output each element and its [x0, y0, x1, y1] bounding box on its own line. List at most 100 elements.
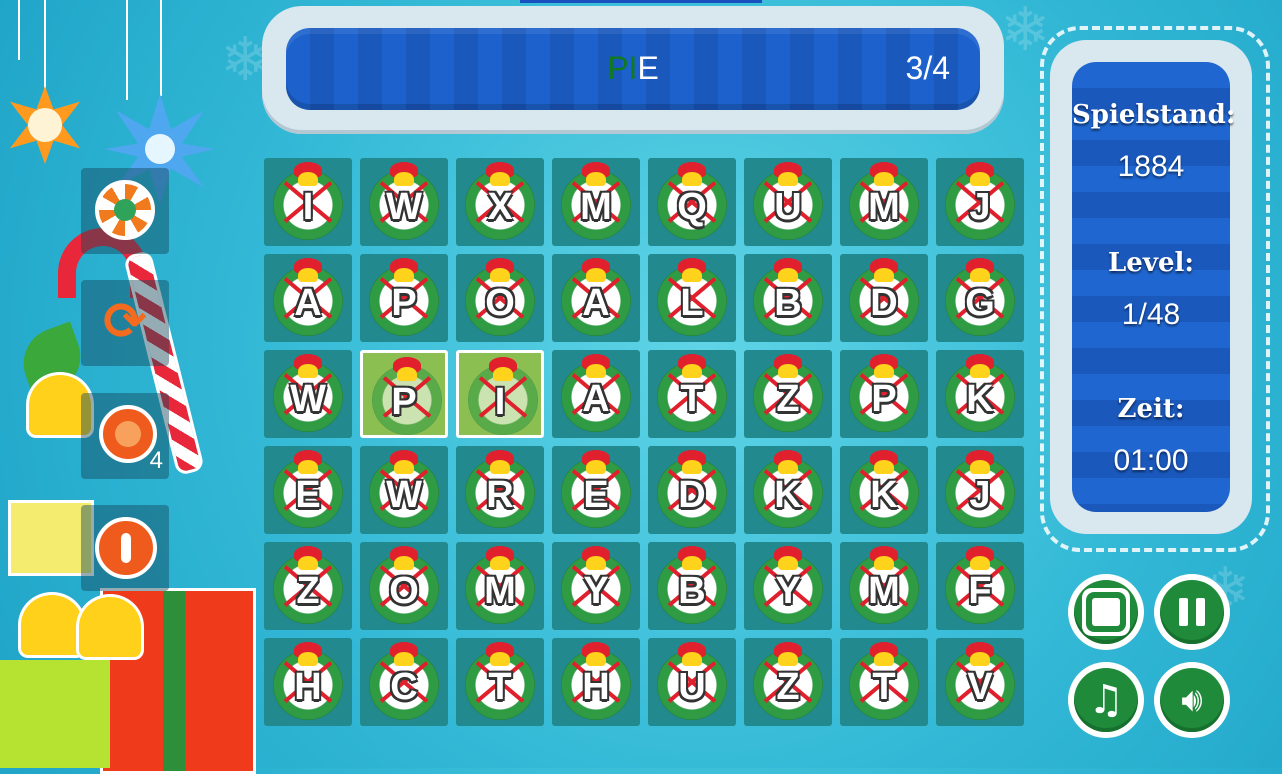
tile-letter: Y [583, 570, 609, 612]
stats-panel: Spielstand: 1884 Level: 1/48 Zeit: 01:00 [1072, 62, 1235, 512]
letter-tile[interactable]: M [840, 542, 928, 630]
letter-tile[interactable]: D [840, 254, 928, 342]
sound-icon: 🔊︎ [1181, 680, 1203, 720]
bell-icon [970, 364, 990, 378]
letter-tile[interactable]: O [360, 542, 448, 630]
letter-tile[interactable]: B [744, 254, 832, 342]
letter-tile[interactable]: M [456, 542, 544, 630]
letter-tile[interactable]: C [360, 638, 448, 726]
tile-letter: P [871, 378, 897, 420]
powerup-alarm-clock[interactable]: 4 [81, 393, 169, 479]
letter-tile[interactable]: X [456, 158, 544, 246]
letter-tile[interactable]: T [648, 350, 736, 438]
letter-tile[interactable]: K [936, 350, 1024, 438]
letter-tile[interactable]: U [648, 638, 736, 726]
tile-letter: B [678, 570, 706, 612]
letter-tile[interactable]: A [552, 254, 640, 342]
letter-tile[interactable]: B [648, 542, 736, 630]
letter-tile[interactable]: D [648, 446, 736, 534]
letter-tile[interactable]: P [360, 254, 448, 342]
score-value: 1884 [1117, 150, 1185, 183]
letter-tile[interactable]: L [648, 254, 736, 342]
letter-tile[interactable]: G [936, 254, 1024, 342]
tile-letter: W [290, 378, 326, 420]
letter-tile[interactable]: E [552, 446, 640, 534]
letter-tile[interactable]: M [552, 158, 640, 246]
tile-letter: I [302, 186, 314, 228]
bell-icon [394, 652, 414, 666]
letter-tile[interactable]: A [552, 350, 640, 438]
tile-letter: R [486, 474, 514, 516]
powerup-shuffle[interactable]: ⟳ [81, 280, 169, 366]
letter-tile[interactable]: K [840, 446, 928, 534]
letter-tile[interactable]: M [840, 158, 928, 246]
letter-tile[interactable]: Z [744, 350, 832, 438]
tile-letter: T [872, 666, 896, 708]
letter-tile[interactable]: I [456, 350, 544, 438]
letter-tile[interactable]: W [360, 158, 448, 246]
bell-icon [490, 268, 510, 282]
bell-icon [970, 652, 990, 666]
letter-tile[interactable]: Y [552, 542, 640, 630]
letter-tile[interactable]: T [456, 638, 544, 726]
letter-tile[interactable]: R [456, 446, 544, 534]
bell-icon [586, 268, 606, 282]
letter-tile[interactable]: Z [744, 638, 832, 726]
tile-letter: X [487, 186, 513, 228]
letter-tile[interactable]: J [936, 446, 1024, 534]
letter-tile[interactable]: E [264, 446, 352, 534]
letter-tile[interactable]: P [360, 350, 448, 438]
letter-tile[interactable]: A [264, 254, 352, 342]
tile-letter: A [294, 282, 322, 324]
sound-button[interactable]: 🔊︎ [1154, 662, 1230, 738]
letter-tile[interactable]: H [264, 638, 352, 726]
letter-tile[interactable]: F [936, 542, 1024, 630]
letter-tile[interactable]: Z [264, 542, 352, 630]
letter-tile[interactable]: Q [648, 158, 736, 246]
bell-icon [682, 460, 702, 474]
orange-star-ornament [9, 86, 81, 164]
tile-letter: T [488, 666, 512, 708]
bell-icon [778, 268, 798, 282]
letter-tile[interactable]: H [552, 638, 640, 726]
bell-icon [298, 556, 318, 570]
fullscreen-button[interactable] [1068, 574, 1144, 650]
letter-tile[interactable]: J [936, 158, 1024, 246]
letter-tile[interactable]: Y [744, 542, 832, 630]
tile-letter: A [582, 378, 610, 420]
bell-icon [970, 556, 990, 570]
music-button[interactable]: ♫ [1068, 662, 1144, 738]
letter-tile[interactable]: O [456, 254, 544, 342]
tile-letter: C [390, 666, 418, 708]
bell-icon [394, 556, 414, 570]
bell-icon [298, 460, 318, 474]
tile-letter: V [967, 666, 993, 708]
tile-letter: I [494, 381, 506, 423]
alarm-clock-icon [99, 405, 157, 463]
time-label: Zeit: [1117, 394, 1185, 424]
letter-tile[interactable]: P [840, 350, 928, 438]
bell-icon [682, 172, 702, 186]
letter-tile[interactable]: T [840, 638, 928, 726]
letter-tile[interactable]: W [360, 446, 448, 534]
tile-letter: A [582, 282, 610, 324]
letter-tile[interactable]: V [936, 638, 1024, 726]
bell-icon [586, 556, 606, 570]
letter-tile[interactable]: W [264, 350, 352, 438]
tile-letter: J [969, 474, 991, 516]
music-icon: ♫ [1088, 677, 1124, 723]
letter-tile[interactable]: K [744, 446, 832, 534]
letter-tile[interactable]: I [264, 158, 352, 246]
powerup-lollipop[interactable] [81, 168, 169, 254]
tile-letter: U [678, 666, 706, 708]
bell-icon [586, 364, 606, 378]
tile-letter: H [294, 666, 322, 708]
pause-button[interactable] [1154, 574, 1230, 650]
powerup-stop[interactable] [81, 505, 169, 591]
level-value: 1/48 [1121, 298, 1181, 331]
top-strip [520, 0, 762, 3]
letter-tile[interactable]: U [744, 158, 832, 246]
bell-icon [778, 652, 798, 666]
tile-letter: M [580, 186, 612, 228]
word-bar: PIE 3/4 [286, 28, 980, 110]
